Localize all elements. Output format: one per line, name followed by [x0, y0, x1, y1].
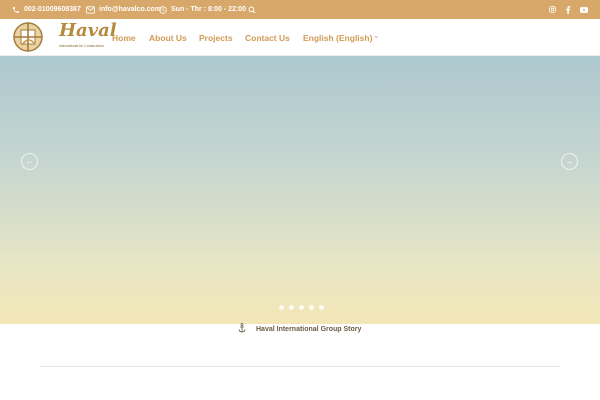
- language-label: English (English): [303, 32, 373, 43]
- hours-text: Sun - Thr : 8:00 - 22:00: [171, 6, 247, 13]
- search-icon[interactable]: [248, 0, 256, 19]
- logo-emblem-icon: [13, 22, 43, 52]
- hero-slider[interactable]: ← →: [0, 56, 600, 324]
- anchor-icon: [238, 323, 246, 335]
- arrow-left-icon: ←: [25, 157, 34, 166]
- phone-contact[interactable]: 002-01009608387: [12, 0, 81, 19]
- logo-wordmark: Haval: [59, 20, 117, 41]
- section-divider: [40, 366, 560, 367]
- slider-dot-1[interactable]: [279, 305, 284, 310]
- phone-number: 002-01009608387: [24, 6, 81, 13]
- slider-prev-button[interactable]: ←: [21, 153, 38, 170]
- slider-dot-5[interactable]: [319, 305, 324, 310]
- youtube-icon[interactable]: [580, 0, 588, 19]
- instagram-icon[interactable]: [549, 0, 556, 19]
- mail-icon: [86, 5, 95, 14]
- nav-projects[interactable]: Projects: [199, 19, 233, 56]
- story-heading: Haval International Group Story: [238, 322, 361, 336]
- story-title: Haval International Group Story: [256, 325, 362, 333]
- slider-dot-3[interactable]: [299, 305, 304, 310]
- nav-home[interactable]: Home: [112, 19, 136, 56]
- slider-pagination: [279, 305, 324, 310]
- opening-hours: Sun - Thr : 8:00 - 22:00: [159, 0, 246, 19]
- facebook-icon[interactable]: [565, 0, 571, 19]
- slider-next-button[interactable]: →: [561, 153, 578, 170]
- email-address: info@havalco.com: [99, 6, 162, 13]
- nav-contact-us[interactable]: Contact Us: [245, 19, 290, 56]
- nav-language-selector[interactable]: English (English) ⌄: [303, 19, 379, 56]
- slider-dot-4[interactable]: [309, 305, 314, 310]
- main-navbar: Haval International for Construction Hom…: [0, 19, 600, 56]
- logo-tagline: International for Construction: [59, 44, 104, 48]
- arrow-right-icon: →: [565, 157, 574, 166]
- slider-dot-2[interactable]: [289, 305, 294, 310]
- phone-icon: [12, 6, 20, 14]
- nav-about-us[interactable]: About Us: [149, 19, 187, 56]
- email-contact[interactable]: info@havalco.com: [86, 0, 161, 19]
- clock-icon: [159, 5, 167, 14]
- chevron-down-icon: ⌄: [373, 32, 380, 40]
- haval-logo[interactable]: Haval International for Construction: [12, 20, 117, 53]
- top-bar: 002-01009608387 info@havalco.com Sun - T…: [0, 0, 600, 19]
